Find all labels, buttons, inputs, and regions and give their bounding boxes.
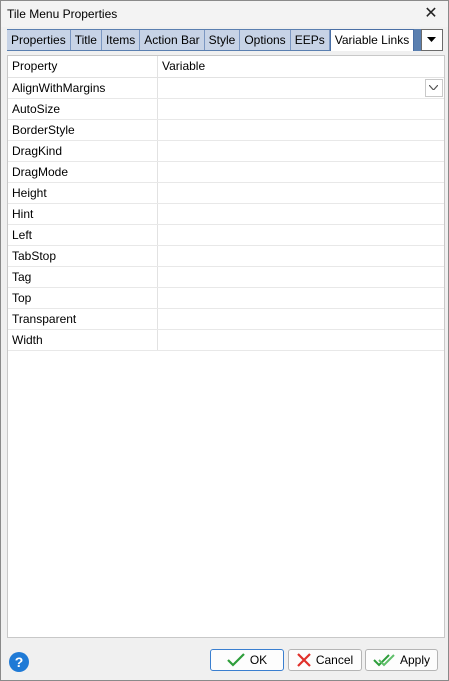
ok-label: OK xyxy=(249,653,268,667)
table-row[interactable]: TabStop xyxy=(8,246,444,267)
property-name: Left xyxy=(8,225,158,245)
property-name: Height xyxy=(8,183,158,203)
property-name: DragMode xyxy=(8,162,158,182)
tab-options[interactable]: Options xyxy=(240,30,291,50)
table-row[interactable]: BorderStyle xyxy=(8,120,444,141)
property-name: BorderStyle xyxy=(8,120,158,140)
tab-style[interactable]: Style xyxy=(204,30,241,50)
variable-cell[interactable] xyxy=(158,78,444,98)
variable-cell[interactable] xyxy=(158,162,444,182)
help-icon[interactable]: ? xyxy=(9,652,29,672)
tab-variable-links[interactable]: Variable Links xyxy=(329,29,415,51)
table-row[interactable]: AlignWithMargins xyxy=(8,78,444,99)
variable-cell[interactable] xyxy=(158,246,444,266)
chevron-down-icon xyxy=(429,85,438,90)
property-name: AutoSize xyxy=(8,99,158,119)
window-title: Tile Menu Properties xyxy=(7,7,118,21)
grid-body: AlignWithMargins AutoSize BorderStyle DragK… xyxy=(8,78,444,351)
grid-header: Property Variable xyxy=(8,56,444,78)
table-row[interactable]: Height xyxy=(8,183,444,204)
tab-menu-button[interactable] xyxy=(421,29,443,51)
table-row[interactable]: AutoSize xyxy=(8,99,444,120)
tab-list: Properties Title Items Action Bar Style Optio… xyxy=(7,29,415,51)
table-row[interactable]: DragMode xyxy=(8,162,444,183)
column-header-property[interactable]: Property xyxy=(8,56,158,77)
x-icon xyxy=(297,653,311,667)
tab-title[interactable]: Title xyxy=(70,30,102,50)
table-row[interactable]: Tag xyxy=(8,267,444,288)
apply-label: Apply xyxy=(399,653,431,667)
variable-cell[interactable] xyxy=(158,141,444,161)
property-name: DragKind xyxy=(8,141,158,161)
cancel-button[interactable]: Cancel xyxy=(288,649,362,671)
variable-dropdown-button[interactable] xyxy=(425,79,443,97)
close-button[interactable]: ✕ xyxy=(420,4,442,24)
variable-cell[interactable] xyxy=(158,183,444,203)
table-row[interactable]: Hint xyxy=(8,204,444,225)
ok-button[interactable]: OK xyxy=(210,649,284,671)
table-row[interactable]: Width xyxy=(8,330,444,351)
variable-cell[interactable] xyxy=(158,309,444,329)
checkmark-icon xyxy=(227,653,245,667)
table-row[interactable]: Transparent xyxy=(8,309,444,330)
variable-cell[interactable] xyxy=(158,204,444,224)
tab-properties[interactable]: Properties xyxy=(7,30,71,50)
chevron-down-icon xyxy=(427,37,436,42)
table-row[interactable]: Left xyxy=(8,225,444,246)
variable-cell[interactable] xyxy=(158,288,444,308)
tab-action-bar[interactable]: Action Bar xyxy=(140,30,205,50)
tab-eeps[interactable]: EEPs xyxy=(290,30,330,50)
table-row[interactable]: DragKind xyxy=(8,141,444,162)
property-name: Transparent xyxy=(8,309,158,329)
close-icon: ✕ xyxy=(424,5,438,22)
tab-strip: Properties Title Items Action Bar Style Optio… xyxy=(7,29,443,51)
apply-button[interactable]: Apply xyxy=(365,649,438,671)
property-name: TabStop xyxy=(8,246,158,266)
properties-dialog: Tile Menu Properties ✕ Properties Title It… xyxy=(0,0,449,681)
variable-cell[interactable] xyxy=(158,120,444,140)
variable-cell[interactable] xyxy=(158,225,444,245)
property-name: Hint xyxy=(8,204,158,224)
double-check-icon xyxy=(373,653,395,667)
table-row[interactable]: Top xyxy=(8,288,444,309)
property-name: Tag xyxy=(8,267,158,287)
variable-cell[interactable] xyxy=(158,99,444,119)
property-name: AlignWithMargins xyxy=(8,78,158,98)
tab-items[interactable]: Items xyxy=(101,30,141,50)
property-name: Width xyxy=(8,330,158,350)
property-name: Top xyxy=(8,288,158,308)
cancel-label: Cancel xyxy=(315,653,354,667)
variable-links-grid: Property Variable AlignWithMargins AutoSi… xyxy=(7,55,445,638)
dialog-footer: ? OK Cancel Apply xyxy=(1,641,448,680)
variable-cell[interactable] xyxy=(158,330,444,350)
column-header-variable[interactable]: Variable xyxy=(158,56,444,77)
variable-cell[interactable] xyxy=(158,267,444,287)
title-bar: Tile Menu Properties ✕ xyxy=(1,1,448,27)
